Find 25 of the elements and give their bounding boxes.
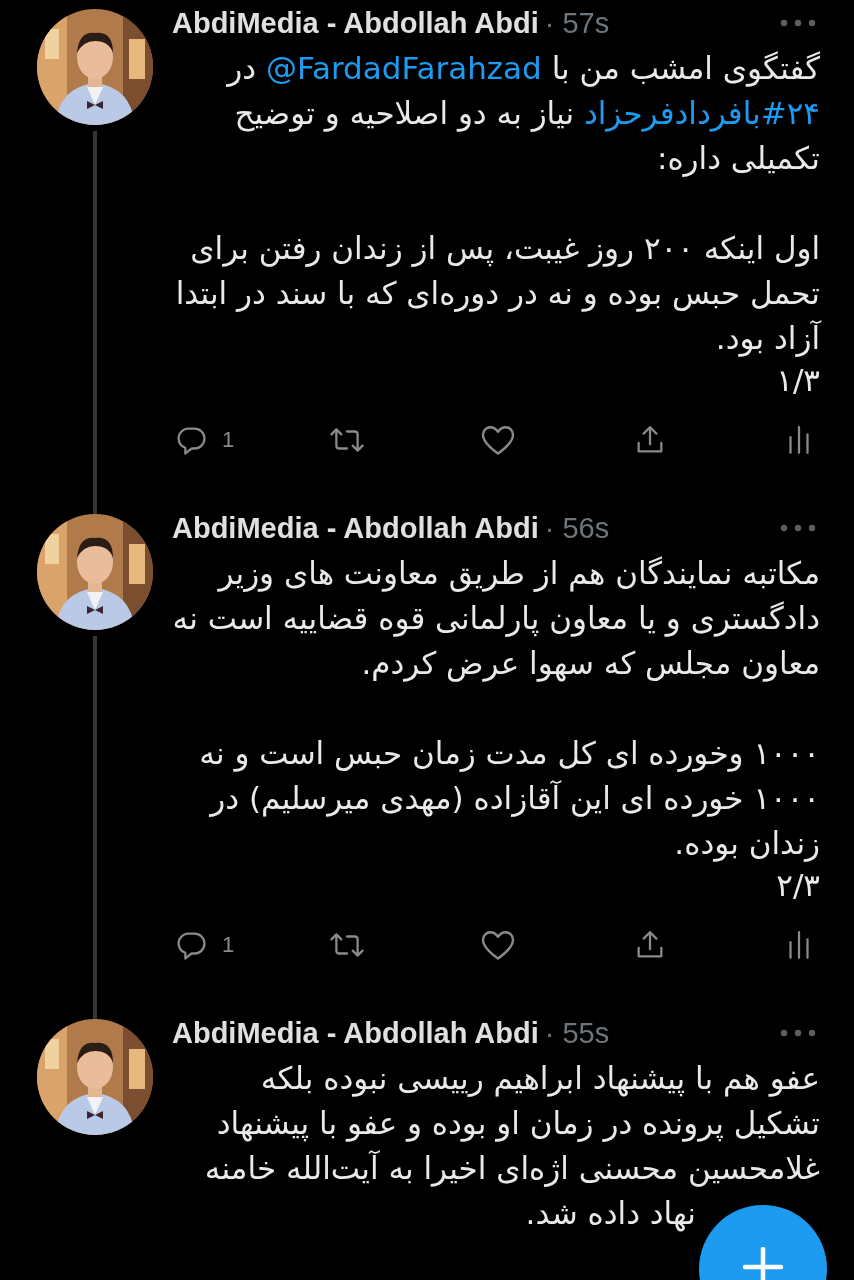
tweet-text: اول اینکه ۲۰۰ روز غیبت، پس از زندان رفتن برای تحمل حبس بوده و نه در دوره‌ای که با سند در ابتدا آزاد بود. bbox=[174, 229, 820, 359]
tweet-text: مکاتبه نمایندگان هم از طریق معاونت های وزیر دادگستری و یا معاون پارلمانی قوه قضاییه است نه معاون مجلس که سهوا عرض کردم. bbox=[172, 554, 820, 684]
reply-count: 1 bbox=[222, 427, 235, 453]
mention-link[interactable]: @FardadFarahzad bbox=[265, 50, 542, 86]
author-name[interactable]: AbdiMedia - Abdollah Abdi bbox=[172, 1016, 539, 1050]
timestamp: · 56s bbox=[544, 511, 610, 545]
heart-icon[interactable] bbox=[480, 423, 516, 457]
more-icon[interactable] bbox=[780, 524, 816, 532]
author-name[interactable]: AbdiMedia - Abdollah Abdi bbox=[172, 6, 539, 40]
tweet-text: ۱۰۰۰ وخورده ای کل مدت زمان حبس است و نه ۱۰۰۰ خورده ای این آقازاده (مهدی میرسلیم) در زندان بوده. bbox=[198, 734, 820, 864]
more-icon[interactable] bbox=[780, 19, 816, 27]
thread-counter: ۲/۳ bbox=[776, 866, 820, 904]
tweet-text: عفو هم با پیشنهاد ابراهیم رییسی نبوده بلکه تشکیل پرونده در زمان او بوده و عفو با پیشنهاد غلامحسین محسنی اژه‌ای اخیرا به آیت‌الله خامنه bbox=[203, 1059, 820, 1189]
hashtag-link[interactable]: #۲۴بافردادفرحزاد bbox=[583, 95, 820, 131]
timestamp: · 57s bbox=[544, 6, 610, 40]
thread-counter: ۱/۳ bbox=[776, 361, 820, 399]
stats-icon[interactable] bbox=[786, 928, 812, 962]
reply-count: 1 bbox=[222, 932, 235, 958]
author-name[interactable]: AbdiMedia - Abdollah Abdi bbox=[172, 511, 539, 545]
timestamp: · 55s bbox=[544, 1016, 610, 1050]
tweet-text: نهاد داده شد. bbox=[525, 1194, 696, 1234]
heart-icon[interactable] bbox=[480, 928, 516, 962]
stats-icon[interactable] bbox=[786, 423, 812, 457]
more-icon[interactable] bbox=[780, 1029, 816, 1037]
plus-icon bbox=[743, 1247, 783, 1280]
